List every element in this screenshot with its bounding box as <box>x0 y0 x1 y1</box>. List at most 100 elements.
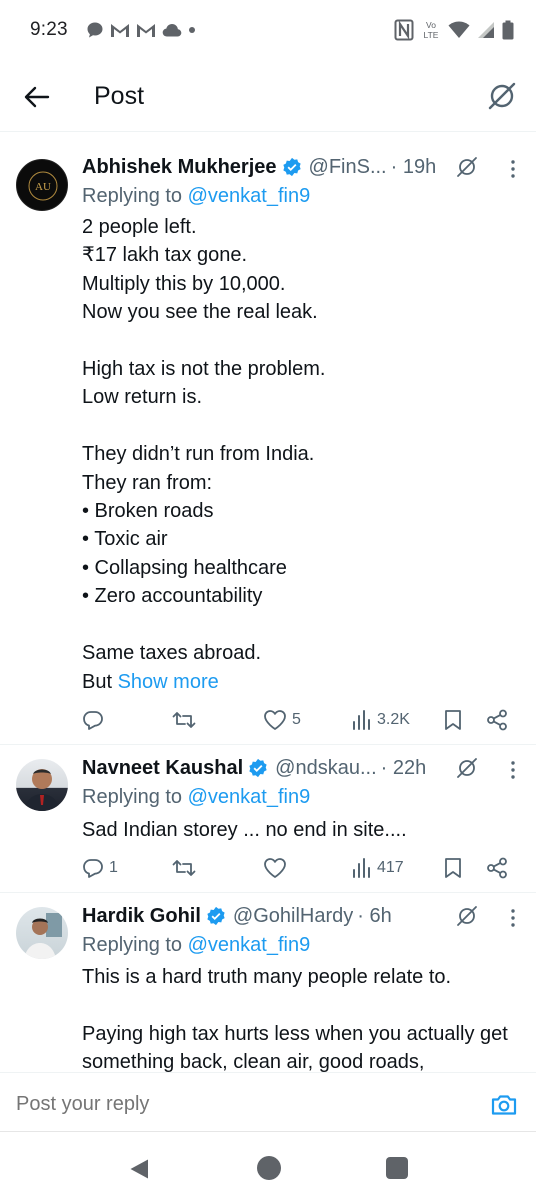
reply-input[interactable] <box>16 1093 436 1116</box>
replying-mention[interactable]: @venkat_fin9 <box>188 934 311 956</box>
system-icons: Vo LTE <box>394 19 514 41</box>
avatar-logo-icon: AU <box>28 171 58 201</box>
reply-button[interactable] <box>82 705 109 735</box>
tweet-actions: 1 417 <box>82 853 520 883</box>
cloud-icon <box>162 24 182 37</box>
replying-mention[interactable]: @venkat_fin9 <box>188 185 311 207</box>
status-time: 9:23 <box>30 19 68 40</box>
nav-home-icon[interactable] <box>257 1156 281 1180</box>
gmail-icon <box>136 24 155 37</box>
grok-icon[interactable] <box>456 905 478 927</box>
volte-top-text: Vo <box>426 20 436 30</box>
volte-bottom-text: LTE <box>424 30 439 40</box>
wifi-icon <box>448 21 470 38</box>
volte-icon: Vo LTE <box>424 20 439 40</box>
repost-button[interactable] <box>172 853 201 883</box>
share-button[interactable] <box>486 853 508 883</box>
arrow-left-icon <box>24 86 50 108</box>
reply-tweet[interactable]: Hardik Gohil @GohilHardy · 6h Replying t… <box>0 893 536 1072</box>
grok-button[interactable] <box>486 80 518 112</box>
share-icon <box>487 709 507 731</box>
avatar[interactable] <box>16 907 68 959</box>
tweet-body-text: Sad Indian storey ... no end in site.... <box>82 819 407 841</box>
author-handle[interactable]: @FinS... <box>309 156 387 179</box>
reply-composer <box>0 1072 536 1132</box>
reply-icon <box>83 859 103 878</box>
like-count: 5 <box>292 711 301 728</box>
replying-prefix: Replying to <box>82 934 188 956</box>
grok-icon[interactable] <box>456 757 478 779</box>
author-name[interactable]: Abhishek Mukherjee <box>82 156 277 179</box>
verified-badge-icon <box>207 906 225 926</box>
author-name[interactable]: Hardik Gohil <box>82 905 201 928</box>
heart-icon <box>264 710 286 730</box>
share-icon <box>487 857 507 879</box>
camera-icon <box>491 1095 517 1115</box>
heart-icon <box>264 858 286 878</box>
repost-icon <box>172 860 196 876</box>
more-options-icon[interactable] <box>510 159 516 179</box>
post-time[interactable]: · 22h <box>381 757 427 780</box>
post-time[interactable]: · 19h <box>391 156 437 179</box>
back-button[interactable] <box>22 82 52 112</box>
more-options-icon[interactable] <box>510 908 516 928</box>
views-icon <box>353 858 370 878</box>
tweet-text: Sad Indian storey ... no end in site.... <box>82 816 518 844</box>
share-button[interactable] <box>486 705 508 735</box>
camera-button[interactable] <box>490 1091 518 1119</box>
author-handle[interactable]: @ndskau... <box>275 757 376 780</box>
tweet-header: Hardik Gohil @GohilHardy · 6h <box>82 903 520 929</box>
bookmark-button[interactable] <box>444 853 462 883</box>
nfc-icon <box>394 19 414 41</box>
avatar[interactable]: AU <box>16 159 68 211</box>
verified-badge-icon <box>249 758 267 778</box>
chat-bubble-icon <box>87 22 103 38</box>
author-handle[interactable]: @GohilHardy <box>233 905 353 928</box>
replying-to: Replying to @venkat_fin9 <box>82 934 310 957</box>
replying-prefix: Replying to <box>82 185 188 207</box>
gmail-icon <box>110 24 129 37</box>
post-time[interactable]: · 6h <box>357 905 391 928</box>
tweet-header: Navneet Kaushal @ndskau... · 22h <box>82 755 520 781</box>
reply-tweet[interactable]: Navneet Kaushal @ndskau... · 22h Replyin… <box>0 745 536 893</box>
notification-icons <box>86 21 196 39</box>
reply-icon <box>83 711 103 730</box>
repost-icon <box>172 712 196 728</box>
avatar-person-icon <box>24 913 62 959</box>
show-more-link[interactable]: Show more <box>118 671 219 693</box>
grok-icon[interactable] <box>456 156 478 178</box>
app-header: Post <box>0 60 536 132</box>
grok-icon <box>488 82 516 110</box>
like-button[interactable] <box>263 853 292 883</box>
replying-to: Replying to @venkat_fin9 <box>82 786 310 809</box>
reply-count: 1 <box>109 859 118 876</box>
battery-icon <box>502 20 514 40</box>
replying-to: Replying to @venkat_fin9 <box>82 185 310 208</box>
status-bar: 9:23 Vo LTE <box>0 0 536 60</box>
replying-prefix: Replying to <box>82 786 188 808</box>
tweet-text: This is a hard truth many people relate … <box>82 963 518 1072</box>
dot-icon <box>188 27 195 33</box>
bookmark-button[interactable] <box>444 705 462 735</box>
views-count: 417 <box>377 859 404 876</box>
replying-mention[interactable]: @venkat_fin9 <box>188 786 311 808</box>
tweet-text: 2 people left. ₹17 lakh tax gone. Multip… <box>82 213 518 696</box>
reply-button[interactable]: 1 <box>82 853 118 883</box>
signal-icon <box>478 22 494 38</box>
tweet-header: Abhishek Mukherjee @FinS... · 19h <box>82 154 520 180</box>
reply-tweet[interactable]: AU Abhishek Mukherjee @FinS... · 19h Rep… <box>0 141 536 745</box>
author-name[interactable]: Navneet Kaushal <box>82 757 243 780</box>
bookmark-icon <box>445 858 461 878</box>
verified-badge-icon <box>282 157 301 177</box>
avatar[interactable] <box>16 759 68 811</box>
nav-recents-icon[interactable] <box>386 1157 408 1179</box>
like-button[interactable]: 5 <box>263 705 301 735</box>
views-button[interactable]: 417 <box>352 853 404 883</box>
repost-button[interactable] <box>172 705 201 735</box>
avatar-person-icon <box>24 769 60 811</box>
views-button[interactable]: 3.2K <box>352 705 410 735</box>
avatar-initials: AU <box>35 181 51 193</box>
tweet-body-text: This is a hard truth many people relate … <box>82 966 508 1072</box>
more-options-icon[interactable] <box>510 760 516 780</box>
nav-back-icon[interactable] <box>128 1158 150 1180</box>
